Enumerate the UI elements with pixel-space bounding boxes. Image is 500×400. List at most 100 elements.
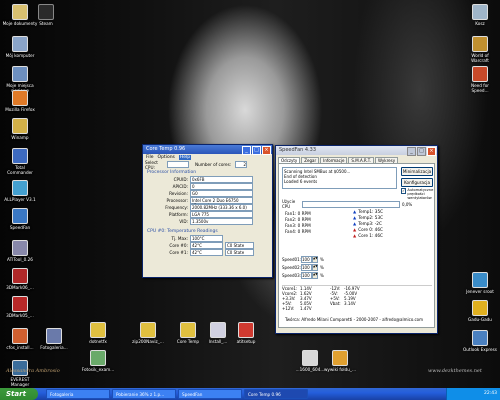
field-label: VID: <box>179 219 188 224</box>
minimize-button[interactable]: _ <box>407 147 416 156</box>
app-icon <box>472 36 488 52</box>
app-icon <box>12 36 28 52</box>
field-value: 2000.82MHz (333.36 x 6.0) <box>190 204 253 211</box>
cpu-usage-row: Użycie CPU 0,0% <box>282 199 417 209</box>
temp-reading: Core 1: 46C <box>358 233 383 238</box>
desktop-icon[interactable]: World of Warcraft <box>462 36 498 63</box>
desktop-icon[interactable]: Outlook Express <box>462 330 498 352</box>
cpu-usage-label: Użycie CPU <box>282 199 296 209</box>
checkbox-icon: ✓ <box>401 188 407 194</box>
field-value: 1.3500v <box>190 218 253 225</box>
desktop-icon-label: zip200Naviz_... <box>132 339 164 344</box>
desktop-icon[interactable]: Jenever sroot <box>462 272 498 294</box>
desktop-icon[interactable]: wywiki foldu_... <box>322 350 358 372</box>
field-value: 0 <box>190 183 253 190</box>
taskbar-item[interactable]: Pobieranie 36% z 1.p... <box>112 389 176 399</box>
desktop-icon[interactable]: atitsetup <box>228 322 264 344</box>
desktop-icon-label: 3DMark05_... <box>6 313 34 318</box>
app-icon <box>12 148 28 164</box>
app-icon <box>12 180 28 196</box>
speed-input[interactable]: 100 <box>301 263 312 271</box>
desktop-icon[interactable]: Fotogaleria... <box>36 328 72 350</box>
spinner-arrows-icon[interactable]: ▲▼ <box>312 255 318 263</box>
desktop-icon-label: Kosz <box>475 21 485 26</box>
coretemp-titlebar[interactable]: Core Temp 0.96 _ □ × <box>143 145 272 155</box>
menu-help[interactable]: Help <box>178 155 192 160</box>
core-label: Core #0: <box>169 243 188 248</box>
coretemp-window[interactable]: Core Temp 0.96 _ □ × File Options Help S… <box>142 144 273 278</box>
desktop-icon[interactable]: Total Commander <box>2 148 38 175</box>
taskbar-item[interactable]: Fotogaleria <box>46 389 110 399</box>
tjmax-row: Tj. Max: 100°C <box>143 235 272 242</box>
maximize-button[interactable]: □ <box>252 146 261 155</box>
desktop-icon[interactable]: dotnetfx <box>80 322 116 344</box>
voltage-value: 1.47V <box>300 306 312 311</box>
desktop-icon-label: Fotogaleria... <box>40 345 68 350</box>
field-label: Frequency: <box>165 205 188 210</box>
select-cpu-dropdown[interactable] <box>167 161 189 168</box>
desktop-icon-label: Mój komputer <box>5 53 35 58</box>
desktop-icon[interactable]: ATITool_0.26 <box>2 240 38 262</box>
voltage-value <box>344 306 364 311</box>
desktop-icon[interactable]: zip200Naviz_... <box>130 322 166 344</box>
spinner-arrows-icon[interactable]: ▲▼ <box>312 271 318 279</box>
desktop-icon[interactable]: Kosz <box>462 4 498 26</box>
number-cores-label: Number of cores: <box>195 162 232 167</box>
app-icon <box>12 268 28 284</box>
desktop-icon[interactable]: Fotosik_exam... <box>80 350 116 372</box>
tjmax-value: 100°C <box>190 235 223 242</box>
app-icon <box>332 350 348 366</box>
maximize-button[interactable]: □ <box>417 147 426 156</box>
app-icon <box>180 322 196 338</box>
desktop-icon-steam[interactable]: Steam <box>28 4 64 26</box>
taskbar-item[interactable]: SpeedFan <box>178 389 242 399</box>
desktop: Moje dokumentyMój komputerMoje miejsca s… <box>0 0 500 388</box>
select-cpu-row: Select CPU: Number of cores: 2 <box>143 160 272 170</box>
close-button[interactable]: × <box>262 146 271 155</box>
desktop-icon-label: Gadu-Gadu <box>468 317 492 322</box>
log-box[interactable]: Scanning Intel SMBus at $0500... End of … <box>282 167 397 189</box>
spinner-arrows-icon[interactable]: ▲▼ <box>312 263 318 271</box>
clock[interactable]: 22:43 <box>484 391 497 396</box>
desktop-icon[interactable]: Need for Speed... <box>462 66 498 93</box>
desktop-icon[interactable]: Winamp <box>2 118 38 140</box>
minimize-button[interactable]: _ <box>242 146 251 155</box>
desktop-icon[interactable]: SpeedFan <box>2 208 38 230</box>
field-value: LGA 775 <box>190 211 253 218</box>
speed-control: Speed02: 100 ▲▼% <box>282 263 324 271</box>
minimize-app-button[interactable]: Minimalizacja <box>401 167 433 176</box>
app-icon <box>302 350 318 366</box>
desktop-icon[interactable]: Gadu-Gadu <box>462 300 498 322</box>
desktop-icon[interactable]: 3DMark05_... <box>2 296 38 318</box>
close-button[interactable]: × <box>427 147 436 156</box>
speed-input[interactable]: 100 <box>301 271 312 279</box>
speed-input[interactable]: 100 <box>301 255 312 263</box>
desktop-icon-label: cfos_install... <box>6 345 34 350</box>
desktop-icon[interactable]: Mozilla Firefox <box>2 90 38 112</box>
app-icon <box>140 322 156 338</box>
speedfan-titlebar[interactable]: SpeedFan 4.33 _ □ × <box>276 146 437 156</box>
speed-label: Speed03: <box>282 272 301 278</box>
speed-unit: % <box>320 264 324 270</box>
core-temp-row: Core #1: 42°C C0 State <box>143 249 272 256</box>
core-state: C0 State <box>225 249 254 256</box>
desktop-icon[interactable]: Moje miejsca sieciowe <box>2 66 38 93</box>
configure-button[interactable]: Konfiguracja <box>401 178 433 187</box>
desktop-icon[interactable]: cfos_install... <box>2 328 38 350</box>
speedfan-window[interactable]: SpeedFan 4.33 _ □ × Odczyty Zegar Inform… <box>275 145 438 334</box>
taskbar-item[interactable]: Core Temp 0.96 <box>244 389 308 399</box>
core-label: Core #1: <box>169 250 188 255</box>
desktop-icon[interactable]: 3DMark06_... <box>2 268 38 290</box>
app-icon <box>472 4 488 20</box>
app-icon <box>12 296 28 312</box>
start-button[interactable]: Start <box>0 388 38 400</box>
app-icon <box>472 330 488 346</box>
desktop-icon-label: EVEREST Manager <box>10 377 30 387</box>
speed-label: Speed01: <box>282 256 301 262</box>
desktop-icon[interactable]: Mój komputer <box>2 36 38 58</box>
field-label: Platform: <box>168 212 188 217</box>
speed-control: Speed01: 100 ▲▼% <box>282 255 324 263</box>
field-label: APICID: <box>172 184 188 189</box>
core-temp-value: 42°C <box>190 249 223 256</box>
desktop-icon[interactable]: ALLPlayer V3.1 <box>2 180 38 202</box>
